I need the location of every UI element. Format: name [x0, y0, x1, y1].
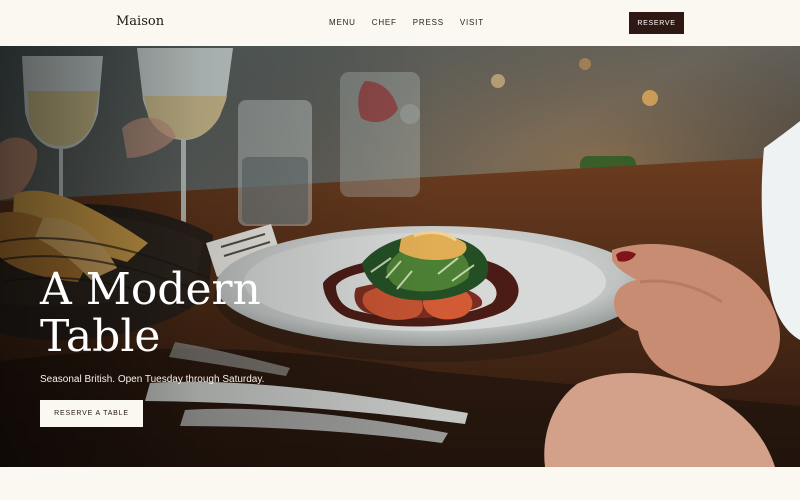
nav-item-chef[interactable]: CHEF — [372, 18, 397, 27]
reserve-table-button[interactable]: RESERVE A TABLE — [40, 400, 143, 427]
nav-item-visit[interactable]: VISIT — [460, 18, 484, 27]
main-menu: MENU CHEF PRESS VISIT — [329, 18, 484, 27]
hero-copy: A Modern Table Seasonal British. Open Tu… — [40, 264, 370, 427]
nav-item-press[interactable]: PRESS — [413, 18, 444, 27]
nav-item-menu[interactable]: MENU — [329, 18, 356, 27]
brand-logo[interactable]: Maison — [116, 14, 164, 29]
page-bottom-band — [0, 467, 800, 500]
hero-title: A Modern Table — [40, 264, 261, 362]
hero-subtitle: Seasonal British. Open Tuesday through S… — [40, 374, 265, 385]
top-navigation: Maison MENU CHEF PRESS VISIT RESERVE — [0, 0, 800, 46]
hero-section: A Modern Table Seasonal British. Open Tu… — [0, 46, 800, 467]
reserve-button[interactable]: RESERVE — [629, 12, 684, 34]
